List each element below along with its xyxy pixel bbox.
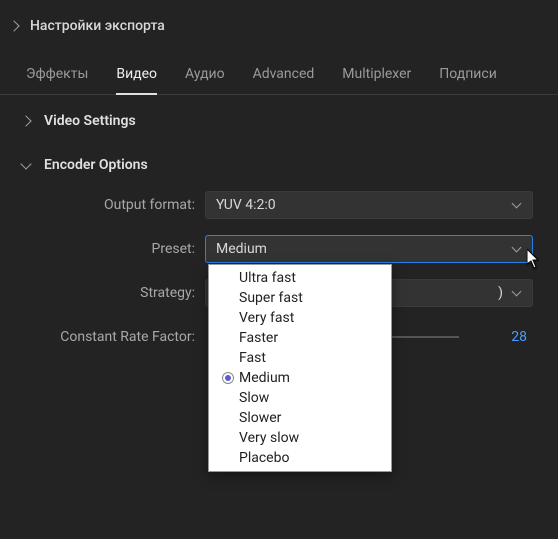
tab-captions[interactable]: Подписи xyxy=(425,56,511,94)
output-format-row: Output format: YUV 4:2:0 xyxy=(0,183,558,227)
preset-option-slow[interactable]: Slow xyxy=(209,388,391,408)
preset-option-placebo[interactable]: Placebo xyxy=(209,448,391,468)
tab-audio[interactable]: Аудио xyxy=(171,56,239,94)
preset-option-slower[interactable]: Slower xyxy=(209,408,391,428)
encoder-options-header[interactable]: Encoder Options xyxy=(0,139,558,183)
preset-dropdown: Ultra fast Super fast Very fast Faster F… xyxy=(208,264,392,472)
preset-option-veryfast[interactable]: Very fast xyxy=(209,308,391,328)
preset-value: Medium xyxy=(216,241,267,257)
tab-effects[interactable]: Эффекты xyxy=(12,56,102,94)
chevron-down-icon xyxy=(512,198,522,208)
output-format-select[interactable]: YUV 4:2:0 xyxy=(205,191,533,219)
crf-label: Constant Rate Factor: xyxy=(60,329,205,345)
preset-option-faster[interactable]: Faster xyxy=(209,328,391,348)
chevron-right-icon xyxy=(8,20,19,31)
preset-option-veryslow[interactable]: Very slow xyxy=(209,428,391,448)
preset-option-medium[interactable]: Medium xyxy=(209,368,391,388)
preset-label: Preset: xyxy=(60,241,205,257)
output-format-label: Output format: xyxy=(60,197,205,213)
strategy-label: Strategy: xyxy=(60,285,205,301)
tab-multiplexer[interactable]: Multiplexer xyxy=(328,56,425,94)
chevron-down-icon xyxy=(512,286,522,296)
encoder-options-title: Encoder Options xyxy=(44,157,148,173)
tab-advanced[interactable]: Advanced xyxy=(239,56,329,94)
output-format-value: YUV 4:2:0 xyxy=(216,197,276,213)
chevron-down-icon xyxy=(512,242,522,252)
radio-selected-icon xyxy=(222,372,234,384)
video-settings-title: Video Settings xyxy=(44,113,136,129)
video-settings-header[interactable]: Video Settings xyxy=(0,95,558,139)
preset-option-superfast[interactable]: Super fast xyxy=(209,288,391,308)
export-settings-title: Настройки экспорта xyxy=(30,18,165,34)
preset-select[interactable]: Medium xyxy=(205,235,533,263)
tabs-bar: Эффекты Видео Аудио Advanced Multiplexer… xyxy=(0,48,558,95)
tab-video[interactable]: Видео xyxy=(102,56,171,94)
chevron-right-icon xyxy=(20,115,31,126)
strategy-value-suffix: ) xyxy=(498,285,503,301)
preset-option-ultrafast[interactable]: Ultra fast xyxy=(209,268,391,288)
export-settings-header[interactable]: Настройки экспорта xyxy=(0,0,558,48)
preset-option-fast[interactable]: Fast xyxy=(209,348,391,368)
crf-value[interactable]: 28 xyxy=(477,329,527,345)
preset-row: Preset: Medium Ultra fast Super fast Ver… xyxy=(0,227,558,271)
chevron-down-icon xyxy=(20,158,31,169)
